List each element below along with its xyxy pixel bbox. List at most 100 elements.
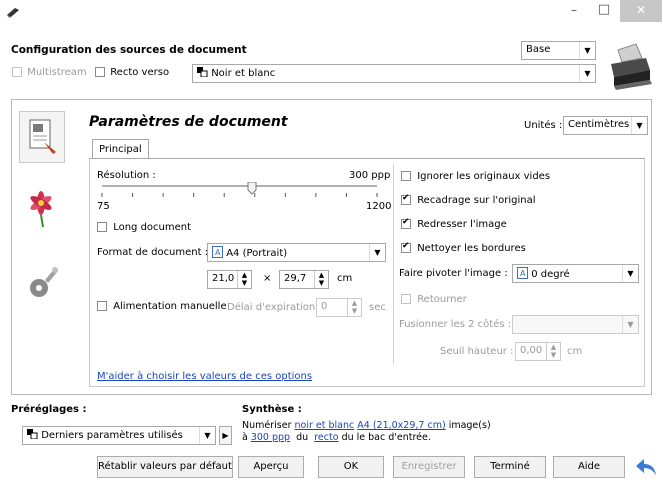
threshold-unit: cm [567, 346, 583, 357]
units-label: Unités : [524, 120, 563, 131]
timeout-label: Délai d'expiration : [227, 302, 322, 313]
save-button[interactable]: Enregistrer [393, 456, 465, 478]
tab-principal[interactable]: Principal [92, 139, 149, 159]
long-document-checkbox[interactable]: Long document [97, 222, 191, 233]
presets-value-wrap: Derniers paramètres utilisés [27, 429, 183, 441]
summary-side-link[interactable]: recto [314, 432, 338, 443]
resolution-slider[interactable] [97, 181, 386, 206]
height-value: 29,7 [284, 273, 307, 284]
threshold-stepper[interactable]: 0,00 ▲ ▼ [515, 342, 561, 361]
checkbox-box [97, 222, 107, 232]
summary-line-2: à 300 ppp du recto du le bac d'entrée. [242, 432, 491, 444]
summary-text-4: à [242, 432, 251, 443]
checkbox-box [97, 301, 107, 311]
mode-select[interactable]: Base ▼ [521, 41, 596, 60]
reset-defaults-button[interactable]: Rétablir valeurs par défaut [97, 456, 233, 478]
stepper-arrows-icon[interactable]: ▲ ▼ [546, 343, 560, 360]
multistream-label: Multistream [27, 67, 87, 78]
color-mode-value: Noir et blanc [211, 68, 276, 79]
scanner-icon [606, 40, 654, 92]
app-icon [6, 6, 20, 18]
preset-menu-arrow-button[interactable]: ▶ [219, 426, 232, 445]
summary-resolution-link[interactable]: 300 ppp [251, 432, 290, 443]
format-label: Format de document : [97, 247, 209, 258]
merge-select[interactable]: ▼ [512, 315, 639, 334]
maximize-button[interactable]: □ [590, 0, 618, 22]
done-button[interactable]: Terminé [474, 456, 546, 478]
minimize-button[interactable]: – [560, 0, 588, 22]
width-value: 21,0 [212, 273, 235, 284]
width-stepper[interactable]: 21,0 ▲ ▼ [207, 270, 252, 289]
resolution-value: 300 ppp [349, 170, 391, 181]
source-config-title: Configuration des sources de document [11, 44, 247, 56]
checkbox-box [401, 193, 411, 205]
ignore-blank-label: Ignorer les originaux vides [417, 171, 551, 182]
times-sign: × [263, 273, 272, 284]
help-button[interactable]: Aide [553, 456, 625, 478]
mode-select-value: Base [526, 44, 551, 55]
help-choose-link[interactable]: M'aider à choisir les valeurs de ces opt… [97, 371, 312, 382]
summary-text-3: image(s) [445, 420, 491, 431]
format-value-wrap: A A4 (Portrait) [212, 246, 287, 259]
straighten-checkbox[interactable]: Redresser l'image [401, 217, 507, 230]
crop-checkbox[interactable]: Recadrage sur l'original [401, 193, 535, 206]
size-unit: cm [337, 273, 353, 284]
manual-feed-label: Alimentation manuelle [113, 301, 227, 312]
rotate-value: 0 degré [531, 269, 570, 280]
clean-edges-label: Nettoyer les bordures [417, 243, 526, 254]
svg-text:A: A [215, 248, 221, 257]
checkbox-box [401, 294, 411, 304]
rotation-icon: A [517, 267, 528, 279]
threshold-value: 0,00 [520, 345, 543, 356]
presets-value: Derniers paramètres utilisés [41, 430, 183, 441]
preview-button[interactable]: Aperçu [238, 456, 304, 478]
recto-verso-label: Recto verso [110, 67, 170, 78]
flip-checkbox[interactable]: Retourner [401, 294, 467, 305]
summary-size-link[interactable]: A4 (21,0x29,7 cm) [357, 420, 445, 431]
back-arrow-icon[interactable] [634, 456, 658, 478]
stepper-arrows-icon[interactable]: ▲ ▼ [347, 299, 361, 316]
presets-label: Préréglages : [11, 404, 87, 415]
height-stepper[interactable]: 29,7 ▲ ▼ [279, 270, 329, 289]
multistream-checkbox[interactable]: Multistream [12, 67, 87, 78]
document-settings-tab-icon[interactable] [19, 111, 65, 163]
checkbox-box [12, 67, 22, 77]
rotate-value-wrap: A 0 degré [517, 267, 570, 280]
svg-text:A: A [520, 269, 526, 278]
summary-text-5: du [290, 432, 315, 443]
flip-label: Retourner [417, 294, 467, 305]
slider-thumb[interactable] [247, 181, 257, 195]
format-value: A4 (Portrait) [226, 248, 288, 259]
merge-label: Fusionner les 2 côtés : [399, 319, 512, 330]
page-format-icon: A [212, 246, 223, 258]
presets-select[interactable]: Derniers paramètres utilisés ▼ [22, 426, 216, 445]
chevron-down-icon: ▼ [579, 42, 595, 59]
units-select[interactable]: Centimètres ▼ [563, 116, 648, 135]
chevron-down-icon: ▼ [579, 65, 595, 82]
resolution-label: Résolution : [97, 170, 156, 181]
units-select-value: Centimètres [568, 119, 630, 130]
chevron-down-icon: ▼ [199, 427, 215, 444]
recto-verso-checkbox[interactable]: Recto verso [95, 67, 169, 78]
image-settings-tab-icon[interactable] [19, 181, 65, 233]
clean-edges-checkbox[interactable]: Nettoyer les bordures [401, 241, 526, 254]
stepper-arrows-icon[interactable]: ▲ ▼ [314, 271, 328, 288]
color-mode-select[interactable]: Noir et blanc ▼ [192, 64, 596, 83]
device-settings-tab-icon[interactable] [19, 258, 65, 310]
summary-line-1: Numériser noir et blanc A4 (21,0x29,7 cm… [242, 420, 491, 432]
stepper-arrows-icon[interactable]: ▲ ▼ [237, 271, 251, 288]
checkbox-box [95, 67, 105, 77]
title-bar: – □ ✕ [0, 0, 663, 36]
color-mode-value-wrap: Noir et blanc [197, 67, 275, 79]
summary-text-6: du le bac d'entrée. [338, 432, 431, 443]
rotate-select[interactable]: A 0 degré ▼ [512, 264, 639, 283]
close-button[interactable]: ✕ [620, 0, 662, 22]
format-select[interactable]: A A4 (Portrait) ▼ [207, 243, 386, 262]
tab-principal-label: Principal [99, 144, 142, 155]
summary-label: Synthèse : [242, 404, 302, 415]
summary-color-link[interactable]: noir et blanc [295, 420, 355, 431]
ignore-blank-checkbox[interactable]: Ignorer les originaux vides [401, 171, 550, 182]
timeout-stepper[interactable]: 0 ▲ ▼ [316, 298, 362, 317]
ok-button[interactable]: OK [318, 456, 384, 478]
manual-feed-checkbox[interactable]: Alimentation manuelle [97, 301, 227, 312]
